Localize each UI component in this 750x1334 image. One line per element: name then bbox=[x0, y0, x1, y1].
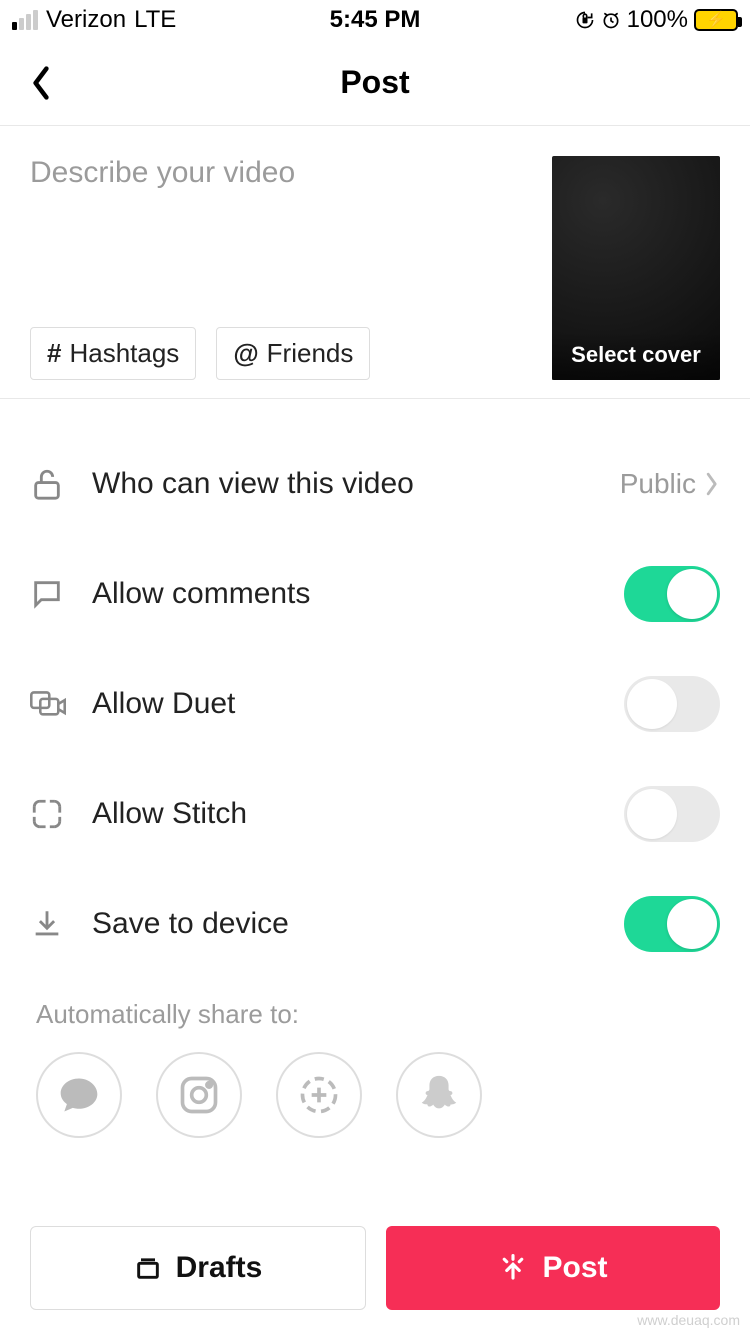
hashtags-label: Hashtags bbox=[69, 338, 179, 369]
status-left: Verizon LTE bbox=[12, 6, 176, 34]
comments-row: Allow comments bbox=[30, 539, 720, 649]
save-label: Save to device bbox=[78, 907, 624, 941]
chevron-right-icon bbox=[702, 470, 720, 498]
bottom-bar: Drafts Post bbox=[30, 1226, 720, 1310]
status-right: 100% ⚡ bbox=[575, 6, 738, 34]
status-bar: Verizon LTE 5:45 PM 100% ⚡ bbox=[0, 0, 750, 40]
comments-label: Allow comments bbox=[78, 577, 624, 611]
comments-toggle[interactable] bbox=[624, 566, 720, 622]
share-stories-icon[interactable] bbox=[276, 1052, 362, 1138]
hash-icon: # bbox=[47, 338, 61, 369]
orientation-lock-icon bbox=[575, 10, 595, 30]
share-instagram-icon[interactable] bbox=[156, 1052, 242, 1138]
privacy-row[interactable]: Who can view this video Public bbox=[30, 429, 720, 539]
back-button[interactable] bbox=[30, 65, 52, 101]
share-section: Automatically share to: bbox=[0, 979, 750, 1138]
stitch-icon bbox=[30, 797, 78, 831]
alarm-icon bbox=[601, 10, 621, 30]
stitch-toggle[interactable] bbox=[624, 786, 720, 842]
comment-icon bbox=[30, 577, 78, 611]
share-snapchat-icon[interactable] bbox=[396, 1052, 482, 1138]
cover-thumbnail[interactable]: Select cover bbox=[552, 156, 720, 380]
title-bar: Post bbox=[0, 40, 750, 126]
compose-left: # Hashtags @ Friends bbox=[30, 156, 534, 380]
duet-row: Allow Duet bbox=[30, 649, 720, 759]
at-icon: @ bbox=[233, 338, 258, 369]
signal-icon bbox=[12, 10, 38, 30]
save-toggle[interactable] bbox=[624, 896, 720, 952]
caption-input[interactable] bbox=[30, 156, 534, 296]
drafts-button[interactable]: Drafts bbox=[30, 1226, 366, 1310]
post-button[interactable]: Post bbox=[386, 1226, 720, 1310]
drafts-icon bbox=[134, 1254, 162, 1282]
compose-section: # Hashtags @ Friends Select cover bbox=[0, 126, 750, 399]
download-icon bbox=[30, 907, 78, 941]
network-label: LTE bbox=[134, 6, 176, 34]
friends-label: Friends bbox=[267, 338, 354, 369]
lock-icon bbox=[30, 467, 78, 501]
clock: 5:45 PM bbox=[330, 6, 421, 34]
battery-pct: 100% bbox=[627, 6, 688, 34]
settings-list: Who can view this video Public Allow com… bbox=[0, 399, 750, 979]
duet-label: Allow Duet bbox=[78, 687, 624, 721]
share-icons bbox=[36, 1052, 720, 1138]
friends-button[interactable]: @ Friends bbox=[216, 327, 370, 380]
duet-icon bbox=[30, 687, 78, 721]
post-label: Post bbox=[542, 1251, 607, 1285]
page-title: Post bbox=[340, 64, 409, 101]
chip-row: # Hashtags @ Friends bbox=[30, 327, 534, 380]
carrier-label: Verizon bbox=[46, 6, 126, 34]
battery-icon: ⚡ bbox=[694, 9, 738, 31]
stitch-label: Allow Stitch bbox=[78, 797, 624, 831]
share-message-icon[interactable] bbox=[36, 1052, 122, 1138]
privacy-value: Public bbox=[620, 468, 696, 500]
cover-label: Select cover bbox=[552, 332, 720, 380]
duet-toggle[interactable] bbox=[624, 676, 720, 732]
drafts-label: Drafts bbox=[176, 1251, 263, 1285]
stitch-row: Allow Stitch bbox=[30, 759, 720, 869]
watermark: www.deuaq.com bbox=[637, 1312, 740, 1328]
share-label: Automatically share to: bbox=[36, 999, 720, 1030]
save-row: Save to device bbox=[30, 869, 720, 979]
privacy-label: Who can view this video bbox=[78, 467, 620, 501]
post-icon bbox=[498, 1253, 528, 1283]
hashtags-button[interactable]: # Hashtags bbox=[30, 327, 196, 380]
